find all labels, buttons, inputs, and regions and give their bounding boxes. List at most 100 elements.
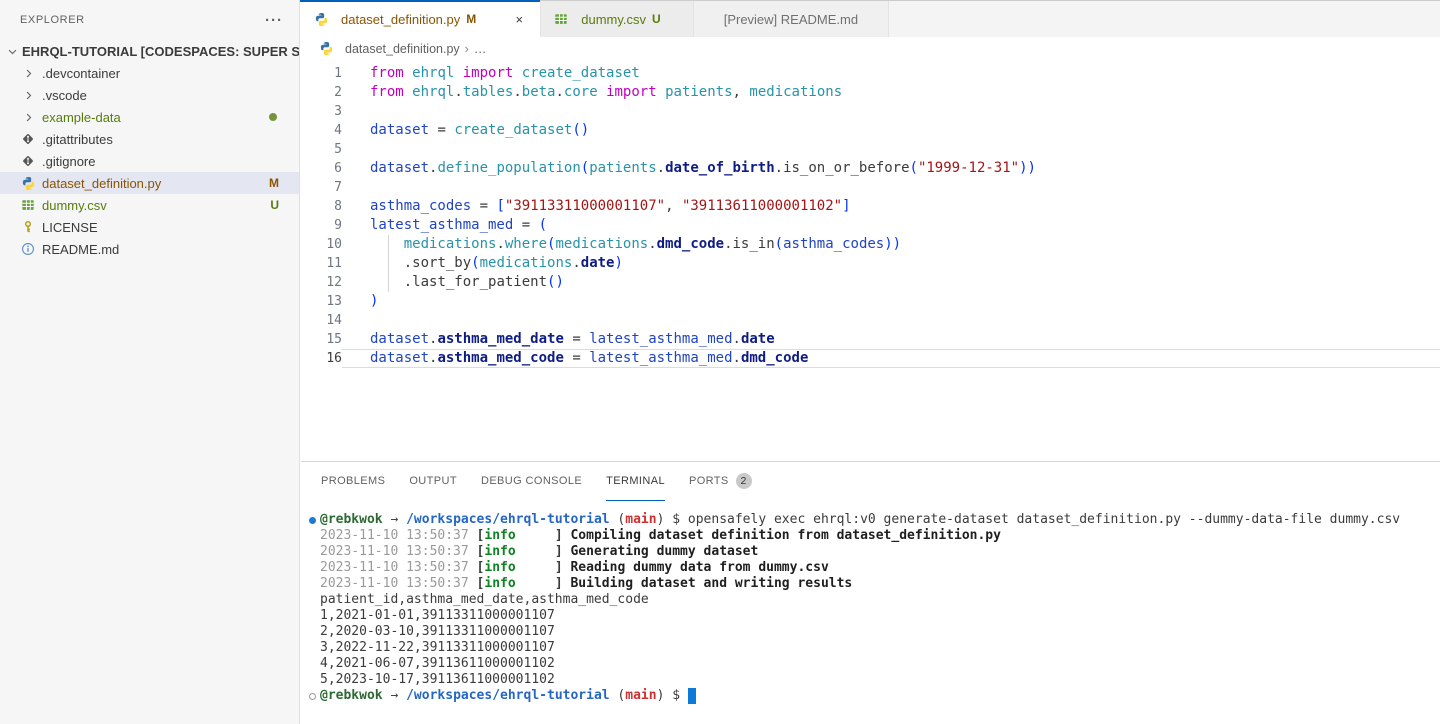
- line-number[interactable]: 7: [301, 178, 342, 197]
- explorer-sidebar: EXPLORER ··· EHRQL-TUTORIAL [CODESPACES:…: [0, 0, 300, 724]
- git-status-badge: M: [269, 176, 279, 190]
- terminal-gutter: [305, 560, 320, 576]
- code-line-1[interactable]: 1from ehrql import create_dataset: [301, 64, 1440, 83]
- indent-guide: [388, 254, 389, 273]
- line-number[interactable]: 4: [301, 121, 342, 140]
- chevron-right-icon: [20, 109, 36, 125]
- line-number[interactable]: 10: [301, 235, 342, 254]
- terminal-gutter: [305, 544, 320, 560]
- tree-item-.devcontainer[interactable]: .devcontainer: [0, 62, 299, 84]
- panel-tab-label: PORTS: [689, 475, 729, 487]
- code-line-13[interactable]: 13): [301, 292, 1440, 311]
- breadcrumb-file[interactable]: dataset_definition.py: [345, 42, 460, 56]
- terminal[interactable]: @rebkwok → /workspaces/ehrql-tutorial (m…: [301, 501, 1440, 704]
- code-line-15[interactable]: 15dataset.asthma_med_date = latest_asthm…: [301, 330, 1440, 349]
- terminal-line: 2023-11-10 13:50:37 [info ] Compiling da…: [305, 528, 1440, 544]
- tree-item-dummy.csv[interactable]: dummy.csvU: [0, 194, 299, 216]
- code-line-2[interactable]: 2from ehrql.tables.beta.core import pati…: [301, 83, 1440, 102]
- tab-git-badge: U: [652, 12, 661, 26]
- chevron-right-icon: [20, 87, 36, 103]
- terminal-gutter: [305, 640, 320, 656]
- untracked-changes-dot: [269, 113, 277, 121]
- code-line-3[interactable]: 3: [301, 102, 1440, 121]
- line-number[interactable]: 12: [301, 273, 342, 292]
- line-number[interactable]: 15: [301, 330, 342, 349]
- tree-item-label: LICENSE: [42, 220, 98, 235]
- tree-item-.gitignore[interactable]: .gitignore: [0, 150, 299, 172]
- tab-label: dummy.csv: [581, 12, 646, 27]
- code-line-14[interactable]: 14: [301, 311, 1440, 330]
- code-line-11[interactable]: 11 .sort_by(medications.date): [301, 254, 1440, 273]
- tree-item-label: .devcontainer: [42, 66, 120, 81]
- ports-count-badge: 2: [736, 473, 752, 489]
- tree-item-label: .vscode: [42, 88, 87, 103]
- command-decoration-filled-circle-icon[interactable]: [305, 512, 320, 528]
- line-number[interactable]: 8: [301, 197, 342, 216]
- panel-tab-terminal[interactable]: TERMINAL: [606, 462, 665, 501]
- command-decoration-hollow-circle-icon[interactable]: [305, 688, 320, 704]
- code-line-content: .sort_by(medications.date): [342, 254, 1440, 273]
- code-line-16[interactable]: 16dataset.asthma_med_code = latest_asthm…: [301, 349, 1440, 368]
- tree-item-label: .gitignore: [42, 154, 95, 169]
- line-number[interactable]: 13: [301, 292, 342, 311]
- chevron-down-icon: [4, 43, 20, 59]
- line-number[interactable]: 1: [301, 64, 342, 83]
- code-line-content: .last_for_patient(): [342, 273, 1440, 292]
- panel-tab-problems[interactable]: PROBLEMS: [321, 462, 385, 501]
- line-number[interactable]: 16: [301, 349, 342, 368]
- line-number[interactable]: 9: [301, 216, 342, 235]
- tree-item-.vscode[interactable]: .vscode: [0, 84, 299, 106]
- code-line-content: dataset = create_dataset(): [342, 121, 1440, 140]
- tab--preview--readme.md[interactable]: [Preview] README.md: [694, 1, 889, 37]
- close-icon[interactable]: ×: [510, 10, 528, 28]
- tree-item-label: README.md: [42, 242, 119, 257]
- license-icon: [20, 219, 36, 235]
- code-line-content: [342, 178, 1440, 197]
- tab-bar: dataset_definition.pyM× dummy.csv U [Previe…: [301, 0, 1440, 37]
- line-number[interactable]: 5: [301, 140, 342, 159]
- tab-dummy.csv[interactable]: dummy.csv U: [541, 1, 693, 37]
- python-icon: [318, 41, 334, 57]
- line-number[interactable]: 3: [301, 102, 342, 121]
- panel-tab-debug-console[interactable]: DEBUG CONSOLE: [481, 462, 582, 501]
- code-line-7[interactable]: 7: [301, 178, 1440, 197]
- tree-item-.gitattributes[interactable]: .gitattributes: [0, 128, 299, 150]
- code-line-content: dataset.define_population(patients.date_…: [342, 159, 1440, 178]
- line-number[interactable]: 14: [301, 311, 342, 330]
- terminal-line: 2023-11-10 13:50:37 [info ] Building dat…: [305, 576, 1440, 592]
- explorer-header: EXPLORER ···: [0, 0, 299, 40]
- code-line-content: medications.where(medications.dmd_code.i…: [342, 235, 1440, 254]
- python-icon: [20, 175, 36, 191]
- panel-tab-ports[interactable]: PORTS 2: [689, 462, 752, 501]
- line-number[interactable]: 6: [301, 159, 342, 178]
- tree-item-example-data[interactable]: example-data: [0, 106, 299, 128]
- code-line-5[interactable]: 5: [301, 140, 1440, 159]
- terminal-line: 3,2022-11-22,39113311000001107: [305, 640, 1440, 656]
- tab-dataset-definition.py[interactable]: dataset_definition.pyM×: [301, 1, 541, 37]
- breadcrumb[interactable]: dataset_definition.py › …: [301, 37, 1440, 60]
- line-number[interactable]: 11: [301, 254, 342, 273]
- panel-tab-bar: PROBLEMS OUTPUT DEBUG CONSOLE TERMINAL PORTS…: [301, 462, 1440, 501]
- tree-item-label: dummy.csv: [42, 198, 107, 213]
- tree-item-license[interactable]: LICENSE: [0, 216, 299, 238]
- code-line-12[interactable]: 12 .last_for_patient(): [301, 273, 1440, 292]
- terminal-line: 2023-11-10 13:50:37 [info ] Generating d…: [305, 544, 1440, 560]
- code-line-10[interactable]: 10 medications.where(medications.dmd_cod…: [301, 235, 1440, 254]
- tree-item-dataset-definition.py[interactable]: dataset_definition.py M: [0, 172, 299, 194]
- line-number[interactable]: 2: [301, 83, 342, 102]
- code-editor[interactable]: 1from ehrql import create_dataset2from e…: [301, 60, 1440, 368]
- code-line-content: asthma_codes = ["39113311000001107", "39…: [342, 197, 1440, 216]
- panel-tab-output[interactable]: OUTPUT: [409, 462, 457, 501]
- tree-root-folder[interactable]: EHRQL-TUTORIAL [CODESPACES: SUPER SPACE …: [0, 40, 299, 62]
- code-line-4[interactable]: 4dataset = create_dataset(): [301, 121, 1440, 140]
- terminal-line: @rebkwok → /workspaces/ehrql-tutorial (m…: [305, 512, 1440, 528]
- code-line-8[interactable]: 8asthma_codes = ["39113311000001107", "3…: [301, 197, 1440, 216]
- tree-item-readme.md[interactable]: README.md: [0, 238, 299, 260]
- tab-label: [Preview] README.md: [724, 12, 858, 27]
- terminal-line: 2,2020-03-10,39113311000001107: [305, 624, 1440, 640]
- more-actions-icon[interactable]: ···: [265, 12, 283, 29]
- code-line-6[interactable]: 6dataset.define_population(patients.date…: [301, 159, 1440, 178]
- code-line-9[interactable]: 9latest_asthma_med = (: [301, 216, 1440, 235]
- tree-item-label: dataset_definition.py: [42, 176, 161, 191]
- breadcrumb-more[interactable]: …: [474, 42, 487, 56]
